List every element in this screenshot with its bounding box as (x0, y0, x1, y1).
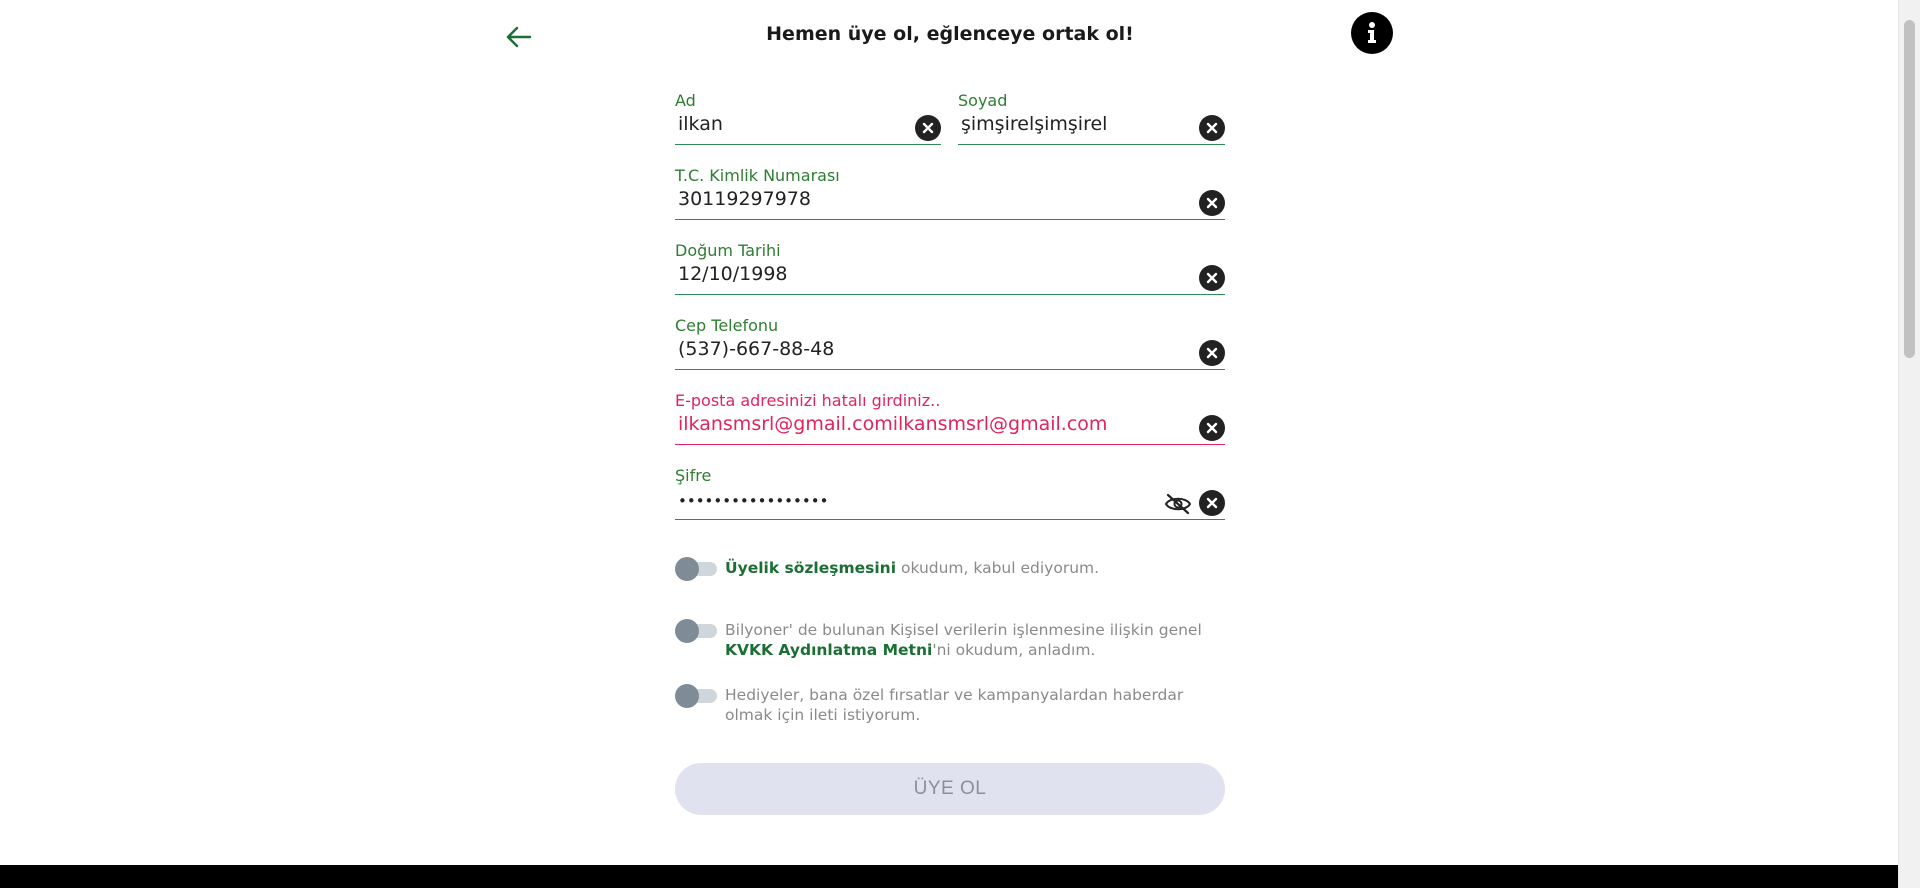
kvkk-consent-text: Bilyoner' de bulunan Kişisel verilerin i… (725, 620, 1225, 660)
info-button[interactable] (1351, 12, 1393, 54)
marketing-consent-toggle[interactable] (675, 683, 717, 708)
phone-field: Cep Telefonu (537)-667-88-48 (675, 316, 1225, 370)
email-clear-button[interactable] (1199, 415, 1225, 441)
toggle-knob (675, 557, 699, 581)
password-label: Şifre (675, 466, 712, 485)
back-button[interactable] (502, 20, 536, 54)
tc-id-input[interactable]: 30119297978 (678, 188, 811, 210)
scrollbar-thumb[interactable] (1904, 20, 1915, 358)
membership-consent-label: okudum, kabul ediyorum. (896, 559, 1100, 577)
tc-id-field: T.C. Kimlik Numarası 30119297978 (675, 166, 1225, 220)
first-name-input[interactable]: ilkan (678, 113, 723, 135)
kvkk-consent-prefix: Bilyoner' de bulunan Kişisel verilerin i… (725, 621, 1202, 639)
first-name-label: Ad (675, 91, 696, 110)
arrow-left-icon (506, 26, 532, 48)
first-name-clear-button[interactable] (915, 115, 941, 141)
tc-id-clear-button[interactable] (1199, 190, 1225, 216)
email-input[interactable]: ilkansmsrl@gmail.comilkansmsrl@gmail.com (678, 413, 1107, 435)
membership-consent-toggle[interactable] (675, 556, 717, 581)
password-visibility-toggle[interactable] (1164, 491, 1192, 517)
phone-label: Cep Telefonu (675, 316, 779, 335)
email-field: E-posta adresinizi hatalı girdiniz.. ilk… (675, 391, 1225, 445)
close-icon (1206, 497, 1218, 509)
birth-date-input[interactable]: 12/10/1998 (678, 263, 788, 285)
eye-off-icon (1164, 493, 1192, 515)
last-name-field: Soyad şimşirelşimşirel (958, 91, 1225, 145)
phone-input[interactable]: (537)-667-88-48 (678, 338, 834, 360)
close-icon (1206, 422, 1218, 434)
signup-page: Hemen üye ol, eğlenceye ortak ol! Ad ilk… (0, 0, 1920, 888)
footer-bar (0, 865, 1898, 888)
membership-agreement-link[interactable]: Üyelik sözleşmesini (725, 559, 896, 577)
first-name-field: Ad ilkan (675, 91, 941, 145)
kvkk-consent-suffix: 'ni okudum, anladım. (932, 641, 1096, 659)
last-name-input[interactable]: şimşirelşimşirel (961, 113, 1107, 135)
marketing-consent-text: Hediyeler, bana özel fırsatlar ve kampan… (725, 686, 1184, 724)
close-icon (1206, 122, 1218, 134)
toggle-knob (675, 619, 699, 643)
kvkk-disclosure-link[interactable]: KVKK Aydınlatma Metni (725, 641, 932, 659)
birth-date-clear-button[interactable] (1199, 265, 1225, 291)
info-icon (1368, 22, 1376, 43)
birth-date-field: Doğum Tarihi 12/10/1998 (675, 241, 1225, 295)
membership-consent-text: Üyelik sözleşmesini okudum, kabul ediyor… (725, 558, 1225, 578)
toggle-knob (675, 684, 699, 708)
birth-date-label: Doğum Tarihi (675, 241, 781, 260)
kvkk-consent-toggle[interactable] (675, 618, 717, 643)
tc-id-label: T.C. Kimlik Numarası (675, 166, 840, 185)
password-field: Şifre ••••••••••••••••• (675, 466, 1225, 520)
last-name-clear-button[interactable] (1199, 115, 1225, 141)
password-input[interactable]: ••••••••••••••••• (678, 492, 828, 510)
close-icon (1206, 272, 1218, 284)
last-name-label: Soyad (958, 91, 1008, 110)
close-icon (1206, 197, 1218, 209)
close-icon (922, 122, 934, 134)
signup-submit-button[interactable]: ÜYE OL (675, 763, 1225, 815)
page-title: Hemen üye ol, eğlenceye ortak ol! (766, 23, 1134, 45)
password-clear-button[interactable] (1199, 490, 1225, 516)
close-icon (1206, 347, 1218, 359)
email-error-label: E-posta adresinizi hatalı girdiniz.. (675, 391, 941, 410)
phone-clear-button[interactable] (1199, 340, 1225, 366)
vertical-scrollbar[interactable] (1898, 0, 1920, 888)
